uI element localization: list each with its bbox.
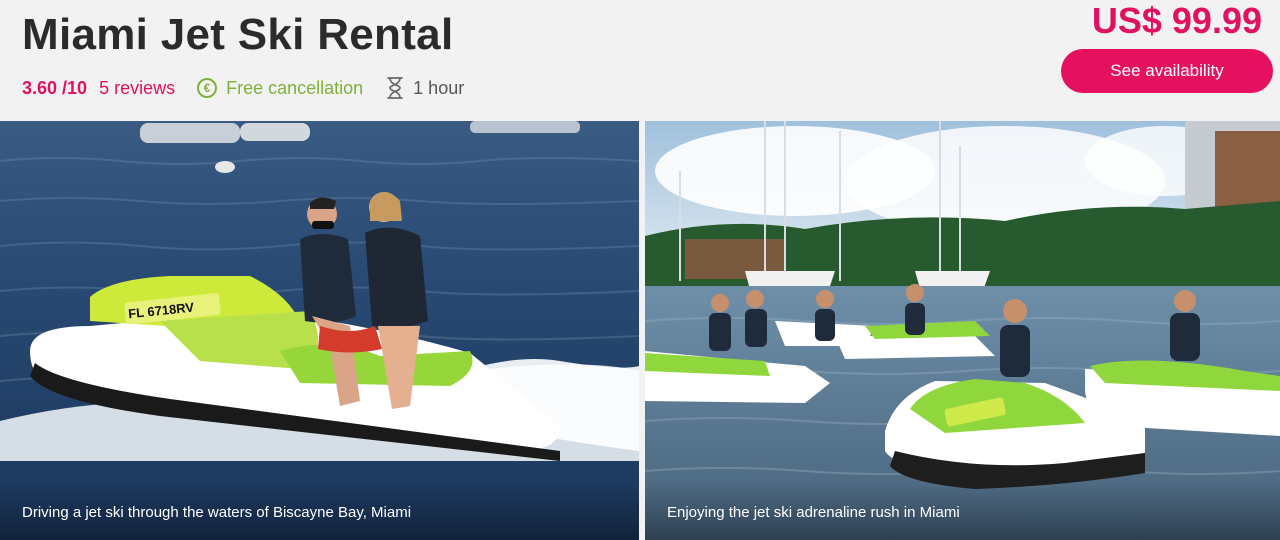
gallery-photo-1[interactable]: FL 6718RV Driving a jet ski through the … [0, 121, 639, 540]
jet-ski-group-image [645, 121, 1280, 540]
duration: 1 hour [385, 77, 464, 99]
activity-meta: 3.60 /10 5 reviews € Free cancellation 1… [22, 75, 464, 101]
photo-caption: Driving a jet ski through the waters of … [0, 482, 639, 540]
photo-caption: Enjoying the jet ski adrenaline rush in … [645, 482, 1280, 540]
rating-link[interactable]: 3.60 /10 5 reviews [22, 78, 175, 99]
price: US$ 99.99 [1091, 0, 1262, 41]
free-cancellation: € Free cancellation [197, 78, 363, 99]
photo-caption-text: Driving a jet ski through the waters of … [22, 504, 412, 521]
jet-ski-couple-image: FL 6718RV [0, 121, 639, 461]
duration-label: 1 hour [413, 77, 465, 98]
gallery-photo-2[interactable]: Enjoying the jet ski adrenaline rush in … [645, 121, 1280, 540]
rating-score: 3.60 /10 [22, 77, 88, 98]
page-title: Miami Jet Ski Rental [22, 10, 454, 59]
euro-circle-icon: € [197, 78, 218, 98]
see-availability-button[interactable]: See availability [1061, 49, 1273, 93]
cancellation-label: Free cancellation [226, 77, 364, 98]
hourglass-icon [385, 77, 405, 99]
reviews-count: 5 reviews [99, 77, 176, 98]
photo-caption-text: Enjoying the jet ski adrenaline rush in … [667, 504, 960, 521]
activity-header: Miami Jet Ski Rental 3.60 /10 5 reviews … [0, 0, 1280, 120]
